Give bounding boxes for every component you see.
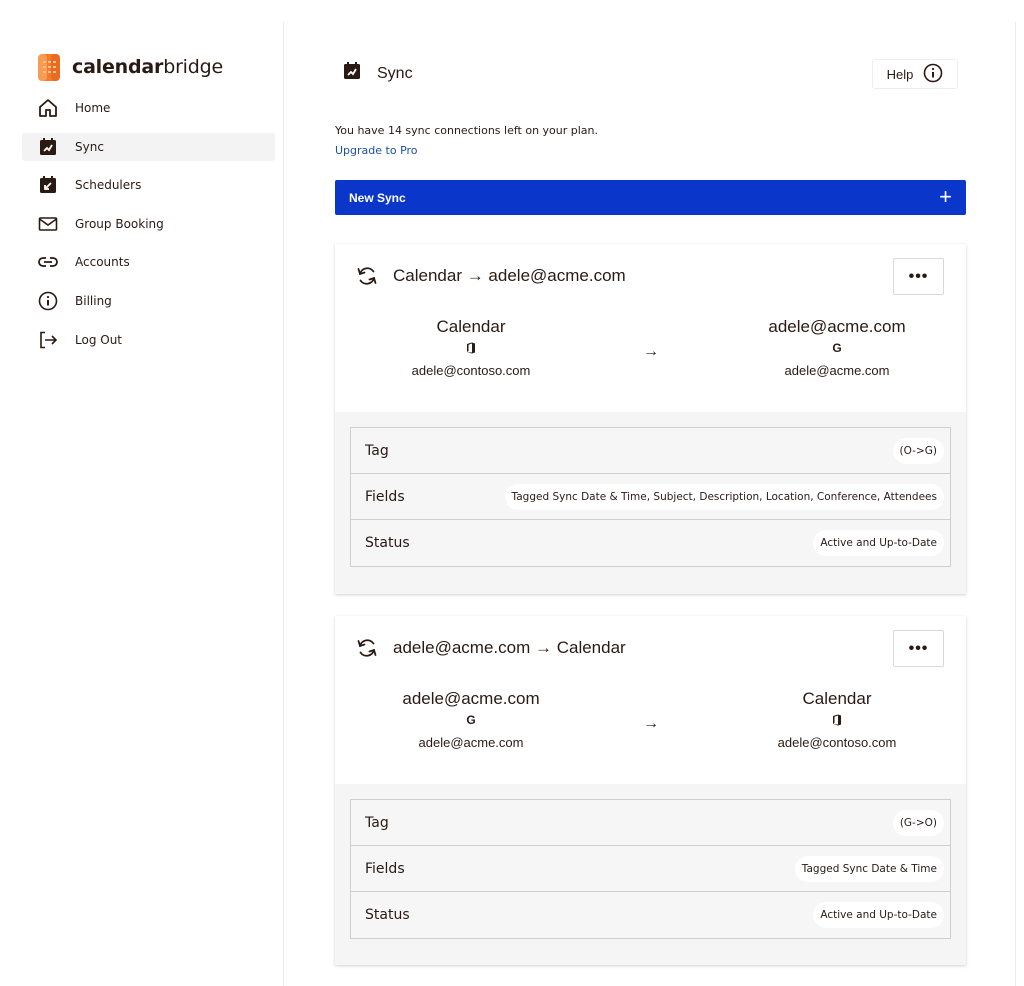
sync-direction-arrow: → <box>643 715 659 732</box>
status-value: Active and Up-to-Date <box>813 902 944 928</box>
sidebar-item-label: Group Booking <box>75 216 164 231</box>
table-row: Tag (O->G) <box>351 428 950 474</box>
mail-icon <box>36 212 60 236</box>
sidebar-item-billing[interactable]: Billing <box>22 287 275 315</box>
source-name: adele@acme.com <box>402 689 540 708</box>
link-icon <box>36 250 60 274</box>
target-email: adele@acme.com <box>784 363 890 378</box>
source-email: adele@acme.com <box>418 735 524 750</box>
sync-card-header: Calendar → adele@acme.com ••• Calendar a… <box>335 244 966 412</box>
more-options-button[interactable]: ••• <box>893 258 944 295</box>
sync-source: Calendar adele@contoso.com <box>351 316 591 378</box>
logo[interactable]: calendarbridge <box>36 52 223 82</box>
sidebar-item-label: Schedulers <box>75 178 142 193</box>
info-icon <box>36 289 60 313</box>
sidebar-item-label: Log Out <box>75 332 123 347</box>
sidebar-item-label: Sync <box>75 139 104 154</box>
sync-card-title: adele@acme.com → Calendar <box>355 636 626 660</box>
table-row: Status Active and Up-to-Date <box>351 892 950 938</box>
row-label: Status <box>365 907 410 923</box>
sync-title-text: Calendar → adele@acme.com <box>393 266 626 285</box>
tag-value: (O->G) <box>892 437 944 464</box>
sidebar-item-accounts[interactable]: Accounts <box>22 248 275 276</box>
sidebar-item-sync[interactable]: Sync <box>22 132 275 161</box>
sync-card-title: Calendar → adele@acme.com <box>355 264 626 288</box>
sync-direction-arrow: → <box>643 343 659 360</box>
sync-arrows-icon <box>355 636 379 660</box>
new-sync-button[interactable]: New Sync + <box>335 180 966 215</box>
more-options-button[interactable]: ••• <box>893 630 944 667</box>
plan-remaining-text: You have 14 sync connections left on you… <box>335 124 599 137</box>
sidebar-item-group-booking[interactable]: Group Booking <box>22 210 275 238</box>
source-name: Calendar <box>436 317 506 336</box>
sync-target: adele@acme.com G adele@acme.com <box>717 316 957 378</box>
sync-details-table: Tag (G->O) Fields Tagged Sync Date & Tim… <box>350 799 951 939</box>
sidebar-nav: Home Sync Schedulers Group Booking Accou… <box>22 94 275 364</box>
office-icon <box>717 710 957 730</box>
sync-card-header: adele@acme.com → Calendar ••• adele@acme… <box>335 616 966 784</box>
target-name: Calendar <box>802 689 872 708</box>
upgrade-link[interactable]: Upgrade to Pro <box>335 144 418 157</box>
table-row: Fields Tagged Sync Date & Time, Subject,… <box>351 474 950 520</box>
sidebar-gap <box>0 745 22 986</box>
sync-source: adele@acme.com G adele@acme.com <box>351 688 591 750</box>
sidebar-item-schedulers[interactable]: Schedulers <box>22 171 275 199</box>
new-sync-label: New Sync <box>349 190 406 205</box>
fields-value: Tagged Sync Date & Time <box>794 855 944 882</box>
page-header: Sync <box>342 61 413 86</box>
row-label: Tag <box>365 442 389 459</box>
info-icon <box>923 63 943 86</box>
source-email: adele@contoso.com <box>411 363 531 378</box>
row-label: Fields <box>365 488 405 505</box>
page-title: Sync <box>377 64 413 82</box>
tag-value: (G->O) <box>892 809 944 836</box>
sidebar-item-log-out[interactable]: Log Out <box>22 326 275 354</box>
target-email: adele@contoso.com <box>777 735 897 750</box>
row-label: Fields <box>365 860 405 877</box>
help-button[interactable]: Help <box>872 59 958 89</box>
google-icon: G <box>466 713 476 727</box>
home-icon <box>36 96 60 120</box>
sidebar-item-label: Home <box>75 101 111 115</box>
sync-card: Calendar → adele@acme.com ••• Calendar a… <box>335 244 966 594</box>
google-icon: G <box>832 341 842 355</box>
sync-target: Calendar adele@contoso.com <box>717 688 957 750</box>
table-row: Tag (G->O) <box>351 800 950 846</box>
scheduler-icon <box>36 173 60 197</box>
row-label: Tag <box>365 814 389 831</box>
calendarbridge-logo-icon <box>36 52 62 82</box>
fields-value: Tagged Sync Date & Time, Subject, Descri… <box>504 483 944 510</box>
table-row: Status Active and Up-to-Date <box>351 520 950 566</box>
sync-card: adele@acme.com → Calendar ••• adele@acme… <box>335 616 966 965</box>
table-row: Fields Tagged Sync Date & Time <box>351 846 950 892</box>
office-icon <box>351 338 591 358</box>
sync-title-text: adele@acme.com → Calendar <box>393 638 626 657</box>
status-value: Active and Up-to-Date <box>813 530 944 556</box>
sidebar-item-label: Accounts <box>75 255 130 270</box>
row-label: Status <box>365 535 410 551</box>
logo-text: calendarbridge <box>72 56 223 78</box>
main-content: Sync Help You have 14 sync connections l… <box>284 22 1016 986</box>
sidebar: calendarbridge Home Sync Schedulers Grou… <box>22 22 284 986</box>
sync-details-table: Tag (O->G) Fields Tagged Sync Date & Tim… <box>350 427 951 567</box>
sync-arrows-icon <box>355 264 379 288</box>
plus-icon: + <box>939 184 952 209</box>
sidebar-item-label: Billing <box>75 293 112 308</box>
target-name: adele@acme.com <box>768 317 906 336</box>
sync-calendar-icon <box>342 61 362 86</box>
logout-icon <box>36 328 60 352</box>
sync-calendar-icon <box>36 135 60 159</box>
sidebar-item-home[interactable]: Home <box>22 94 275 122</box>
help-label: Help <box>886 66 914 82</box>
